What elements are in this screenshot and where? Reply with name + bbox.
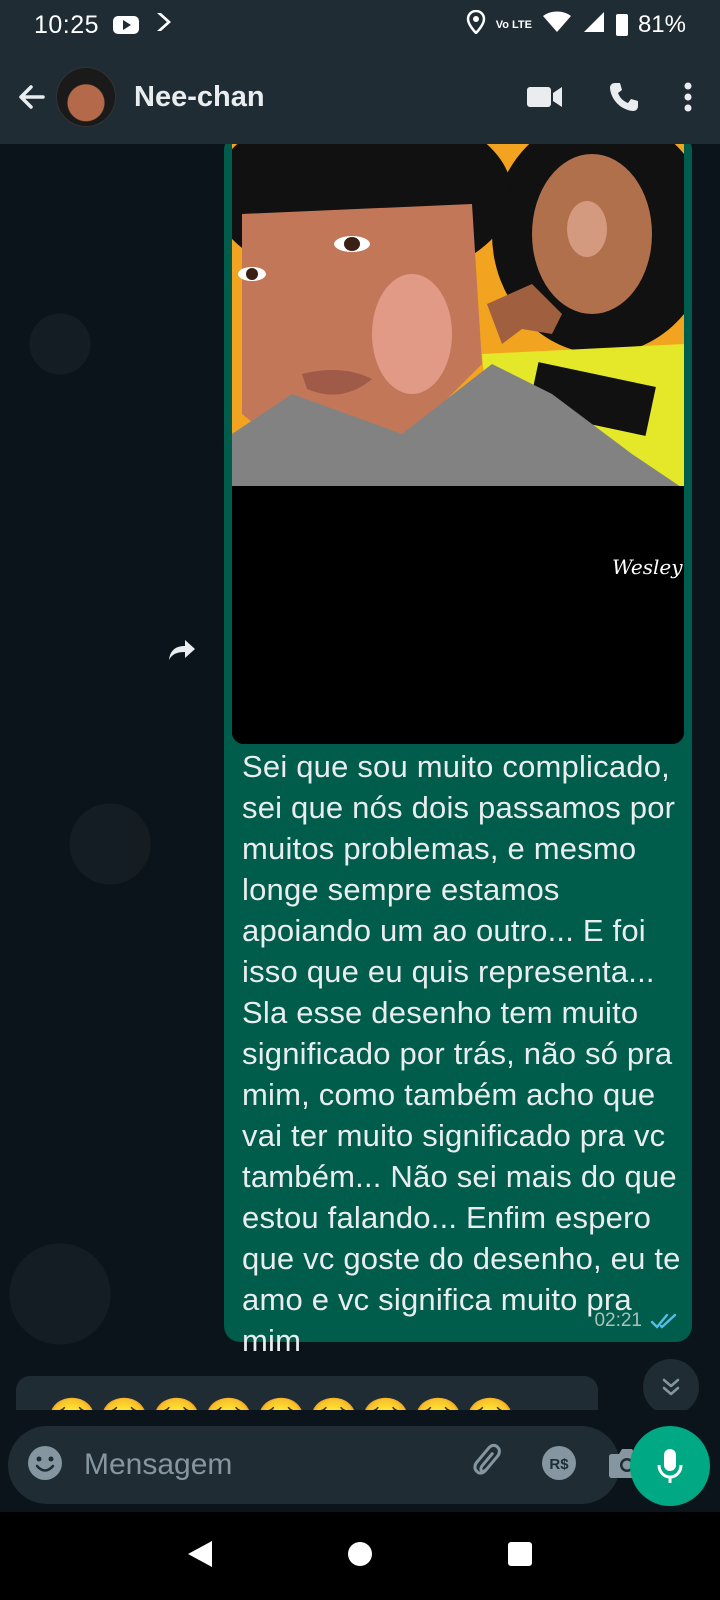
payment-button[interactable]: R$	[540, 1444, 578, 1487]
battery-percent: 81%	[637, 11, 686, 38]
signal-icon	[582, 11, 606, 40]
phone-icon	[610, 83, 638, 111]
nav-back-button[interactable]	[186, 1539, 214, 1574]
forward-notification-icon	[153, 11, 175, 40]
status-left: 10:25	[34, 11, 175, 40]
chat-area[interactable]: Wesley Sei que sou muito complicado, sei…	[0, 144, 720, 1410]
more-options-button[interactable]	[684, 82, 692, 112]
currency-real-icon: R$	[542, 1445, 576, 1480]
circle-home-icon	[348, 1541, 372, 1566]
forward-button[interactable]	[164, 632, 200, 668]
attach-button[interactable]	[470, 1443, 510, 1488]
status-bar: 10:25 Vo LTE 81%	[0, 0, 720, 50]
composer-box: R$	[8, 1426, 645, 1504]
composer-area: R$	[0, 1410, 720, 1512]
emoji-button[interactable]	[26, 1444, 64, 1487]
composer-actions: R$	[470, 1443, 650, 1488]
share-forward-icon	[169, 640, 195, 660]
outgoing-message-bubble[interactable]: Wesley Sei que sou muito complicado, sei…	[224, 144, 692, 1358]
double-check-read-icon	[650, 1313, 677, 1329]
nav-home-button[interactable]	[346, 1540, 374, 1573]
header-actions	[526, 81, 706, 113]
video-camera-icon	[527, 87, 562, 107]
scroll-to-bottom-button[interactable]	[643, 1359, 699, 1410]
message-text: Sei que sou muito complicado, sei que nó…	[242, 749, 681, 1358]
incoming-message-bubble[interactable]: 🥺🥺🥺🥺🥺🥺🥺🥺🥺	[16, 1376, 598, 1410]
status-time: 10:25	[34, 10, 100, 39]
emoji-message: 🥺🥺🥺🥺🥺🥺🥺🥺🥺	[46, 1390, 517, 1410]
message-image[interactable]: Wesley	[232, 144, 684, 744]
location-icon	[466, 9, 486, 41]
back-button[interactable]	[14, 79, 50, 115]
contact-name[interactable]: Nee-chan	[134, 81, 265, 114]
arrow-left-icon	[19, 85, 45, 109]
voice-message-button[interactable]	[630, 1426, 710, 1506]
message-meta: 02:21	[594, 1310, 678, 1332]
video-call-button[interactable]	[526, 84, 564, 110]
smiley-icon	[28, 1445, 62, 1480]
svg-text:R$: R$	[549, 1456, 569, 1473]
avatar[interactable]	[56, 67, 116, 127]
paperclip-icon	[473, 1443, 501, 1475]
message-time: 02:21	[594, 1310, 642, 1331]
nav-recents-button[interactable]	[506, 1540, 534, 1573]
chat-header: Nee-chan	[0, 50, 720, 144]
status-right: Vo LTE 81%	[466, 9, 686, 41]
kebab-menu-icon	[684, 82, 692, 112]
volte-indicator: Vo LTE	[495, 18, 532, 31]
artwork-signature: Wesley	[612, 555, 683, 579]
double-chevron-down-icon	[662, 1378, 680, 1396]
battery-icon	[615, 14, 628, 36]
wifi-icon	[542, 11, 572, 40]
microphone-icon	[657, 1449, 683, 1483]
drawing-artwork: Wesley	[232, 144, 684, 744]
system-nav-bar	[0, 1512, 720, 1600]
triangle-back-icon	[188, 1540, 212, 1567]
square-recents-icon	[508, 1541, 532, 1566]
youtube-notification-icon	[113, 16, 140, 34]
message-input[interactable]	[84, 1448, 470, 1482]
voice-call-button[interactable]	[608, 81, 640, 113]
